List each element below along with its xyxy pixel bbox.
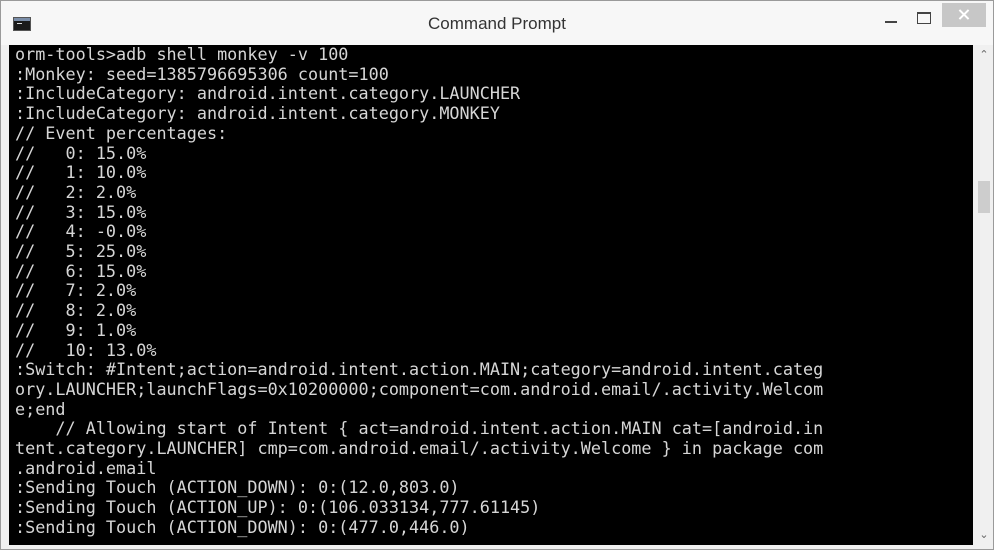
chevron-down-icon: ⌄: [979, 528, 989, 541]
scroll-up-button[interactable]: ⌃: [975, 47, 993, 63]
console-line: // 1: 10.0%: [15, 162, 147, 183]
console-line: // 6: 15.0%: [15, 260, 147, 281]
scroll-down-button[interactable]: ⌄: [975, 527, 993, 543]
maximize-button[interactable]: [910, 7, 938, 29]
console-line: // Allowing start of Intent { act=androi…: [15, 418, 824, 439]
console-text: orm-tools>adb shell monkey -v 100:Monkey…: [9, 45, 973, 538]
console-line: e;end: [15, 398, 66, 419]
console-line: // 0: 15.0%: [15, 142, 147, 163]
console-line: // Event percentages:: [15, 122, 228, 143]
console-line: // 4: -0.0%: [15, 221, 147, 242]
console-line: // 2: 2.0%: [15, 181, 137, 202]
close-button[interactable]: [942, 3, 986, 27]
title-bar[interactable]: Command Prompt: [1, 1, 993, 45]
console-line: tent.category.LAUNCHER] cmp=com.android.…: [15, 438, 824, 459]
console-line: :IncludeCategory: android.intent.categor…: [15, 103, 500, 124]
console-output[interactable]: orm-tools>adb shell monkey -v 100:Monkey…: [9, 45, 973, 545]
minimize-button[interactable]: [877, 7, 905, 29]
console-line: .android.email: [15, 457, 157, 478]
console-line: // 3: 15.0%: [15, 201, 147, 222]
console-line: :IncludeCategory: android.intent.categor…: [15, 83, 521, 104]
console-line: :Switch: #Intent;action=android.intent.a…: [15, 359, 824, 380]
console-line: // 8: 2.0%: [15, 300, 137, 321]
console-line: // 9: 1.0%: [15, 319, 137, 340]
console-line: :Sending Touch (ACTION_DOWN): 0:(477.0,4…: [15, 516, 470, 537]
console-line: orm-tools>adb shell monkey -v 100: [15, 45, 349, 64]
console-line: // 7: 2.0%: [15, 280, 137, 301]
console-line: // 10: 13.0%: [15, 339, 157, 360]
console-line: :Monkey: seed=1385796695306 count=100: [15, 63, 389, 84]
scroll-thumb[interactable]: [978, 181, 990, 213]
console-line: ory.LAUNCHER;launchFlags=0x10200000;comp…: [15, 378, 824, 399]
console-line: :Sending Touch (ACTION_UP): 0:(106.03313…: [15, 497, 541, 518]
chevron-up-icon: ⌃: [979, 48, 989, 61]
vertical-scrollbar[interactable]: ⌃ ⌄: [975, 45, 993, 545]
console-line: // 5: 25.0%: [15, 241, 147, 262]
console-line: :Sending Touch (ACTION_DOWN): 0:(12.0,80…: [15, 477, 460, 498]
window-title: Command Prompt: [428, 14, 566, 33]
command-prompt-window: Command Prompt orm-tools>adb shell monke…: [0, 0, 994, 550]
